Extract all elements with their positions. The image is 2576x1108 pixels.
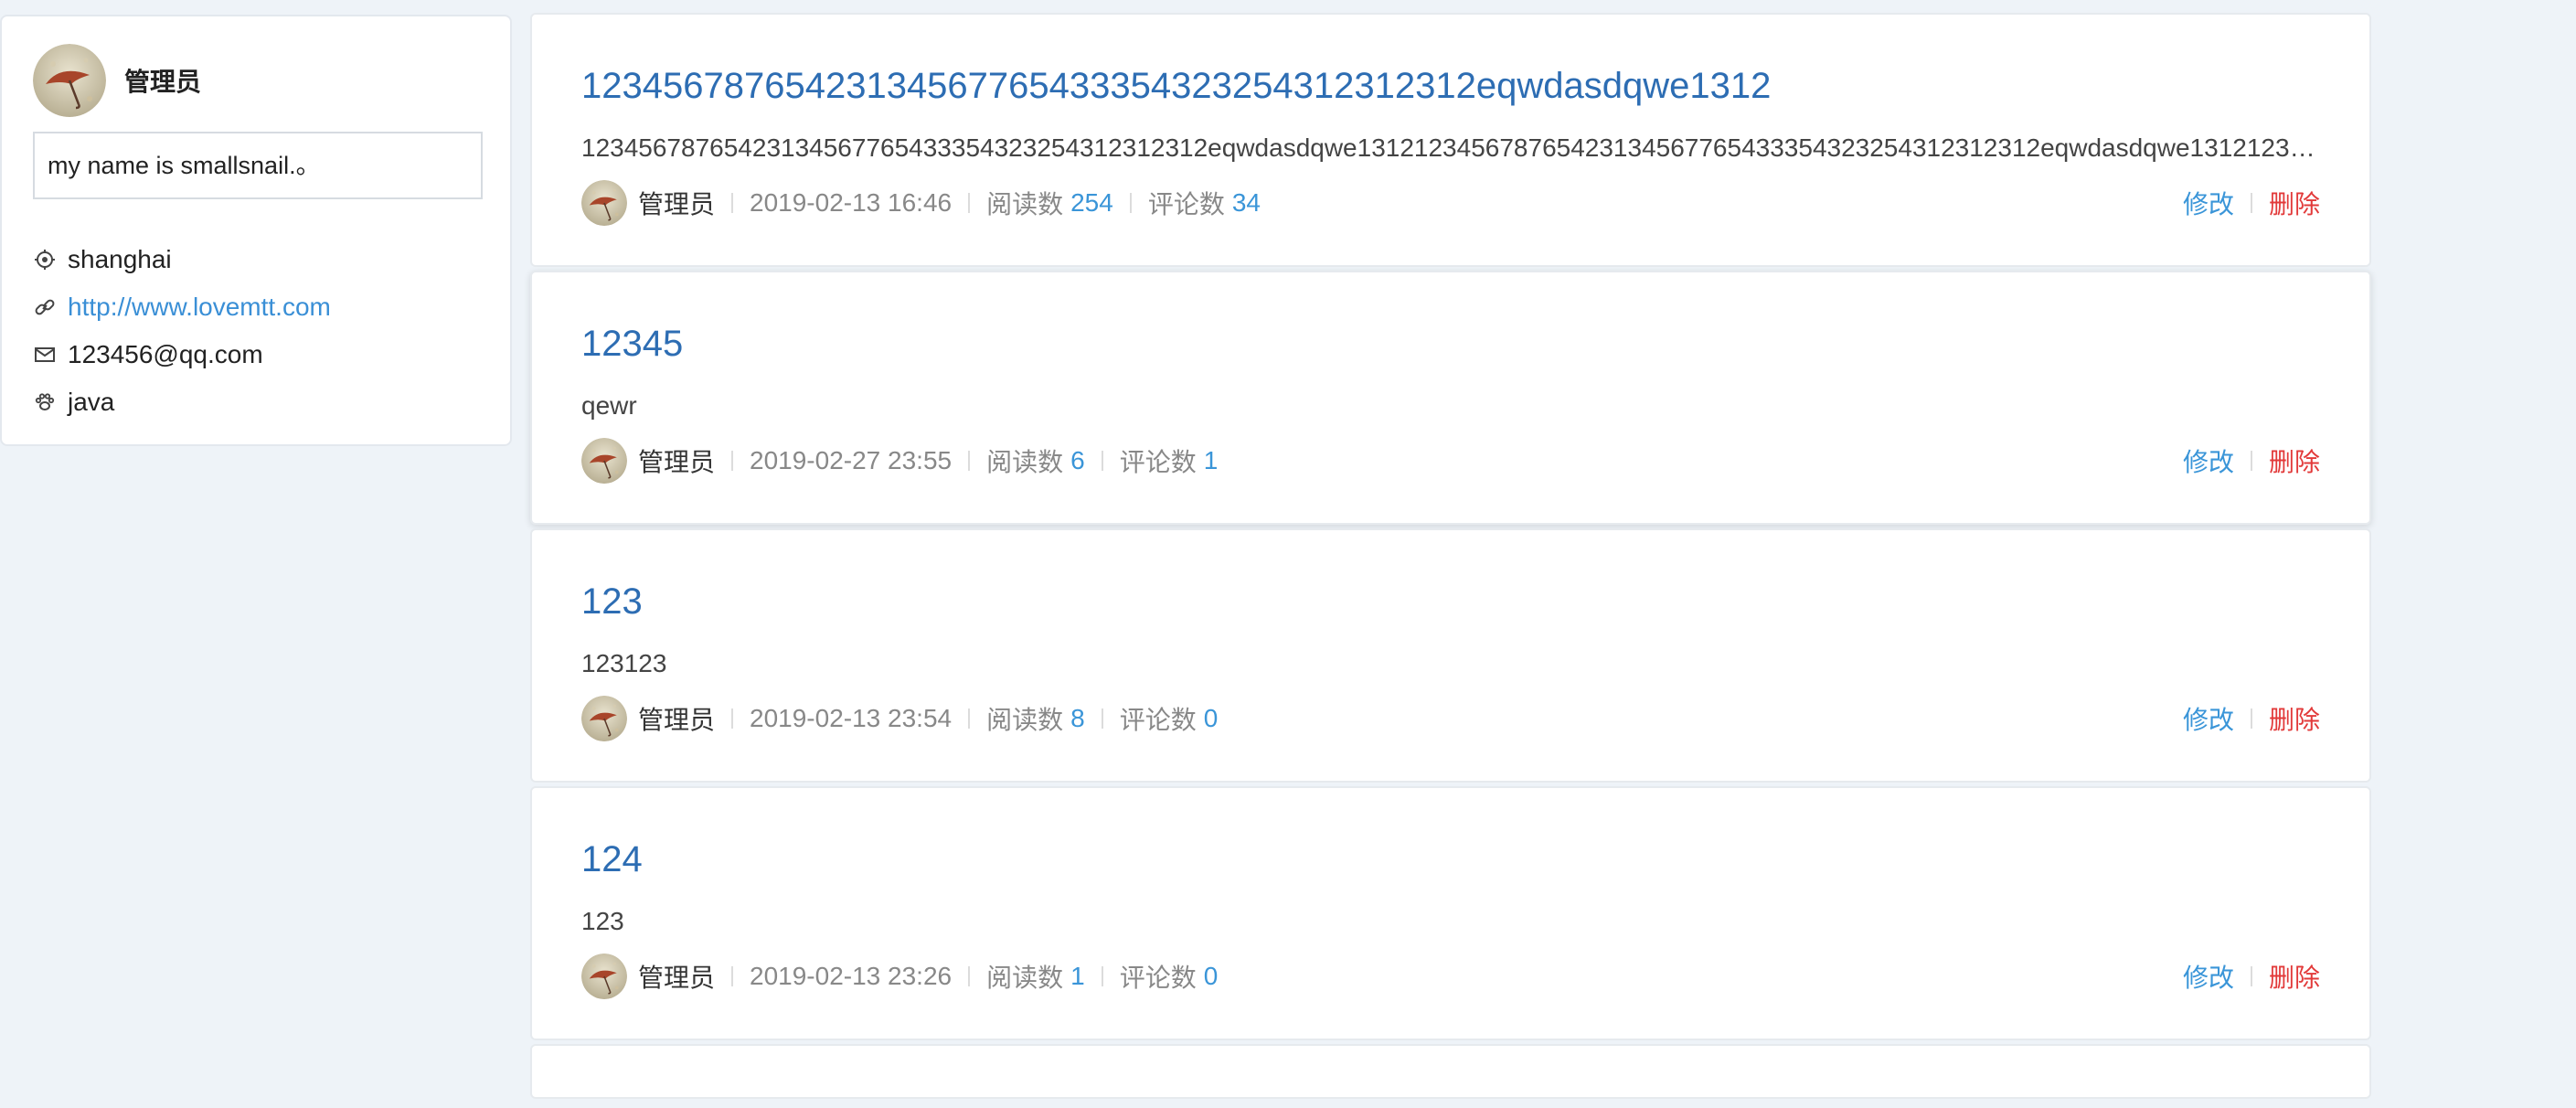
profile-header: 管理员 — [33, 44, 201, 117]
comments-label: 评论数 — [1119, 964, 1197, 992]
comments-count: 34 — [1231, 188, 1261, 217]
post-author: 管理员 — [638, 190, 716, 218]
post-actions: 修改 删除 — [2183, 437, 2320, 485]
divider — [968, 451, 971, 471]
post-actions: 修改 删除 — [2183, 179, 2320, 227]
views-count: 254 — [1070, 188, 1113, 217]
info-tag: java — [33, 378, 331, 426]
info-location: shanghai — [33, 236, 331, 283]
comments-count: 0 — [1203, 962, 1219, 990]
divider — [2250, 966, 2252, 986]
views-label: 阅读数 — [986, 964, 1064, 992]
author-avatar — [581, 180, 627, 226]
divider — [1101, 451, 1103, 471]
comments-label: 评论数 — [1119, 448, 1197, 476]
post-title-link[interactable]: 124 — [581, 839, 643, 880]
website-link[interactable]: http://www.lovemtt.com — [68, 293, 331, 322]
delete-button[interactable]: 删除 — [2269, 442, 2320, 479]
edit-button[interactable]: 修改 — [2183, 700, 2234, 737]
divider — [731, 708, 734, 729]
post-card: 12345 qewr 管理员 2019-02-27 23:55 阅读数 6 评论… — [530, 271, 2371, 525]
post-date: 2019-02-27 23:55 — [750, 446, 953, 474]
mail-icon — [33, 343, 57, 367]
post-title-link[interactable]: 12345 — [581, 324, 683, 365]
profile-info-list: shanghai http://www.lovemtt.com 123456@q… — [33, 236, 331, 426]
post-card: 123 123123 管理员 2019-02-13 23:54 阅读数 8 评论… — [530, 528, 2371, 783]
post-meta: 管理员 2019-02-27 23:55 阅读数 6 评论数 1 — [581, 437, 1218, 485]
divider — [731, 193, 734, 213]
divider — [2250, 708, 2252, 729]
page: 管理员 my name is smallsnail.。 shanghai htt… — [0, 0, 2576, 1108]
author-avatar — [581, 438, 627, 484]
divider — [968, 193, 971, 213]
comments-label: 评论数 — [1147, 190, 1225, 218]
post-summary: 1234567876542313456776543335432325431231… — [581, 133, 2327, 162]
divider — [1101, 708, 1103, 729]
author-avatar — [581, 954, 627, 999]
avatar[interactable] — [33, 44, 106, 117]
post-list: 1234567876542313456776543335432325431231… — [530, 13, 2371, 1103]
post-meta: 管理员 2019-02-13 23:26 阅读数 1 评论数 0 — [581, 953, 1218, 1000]
comments-count: 1 — [1203, 446, 1219, 474]
info-website: http://www.lovemtt.com — [33, 283, 331, 331]
divider — [2250, 451, 2252, 471]
divider — [731, 451, 734, 471]
post-actions: 修改 删除 — [2183, 695, 2320, 742]
post-summary: qewr — [581, 391, 637, 420]
post-author: 管理员 — [638, 964, 716, 992]
profile-card: 管理员 my name is smallsnail.。 shanghai htt… — [0, 15, 512, 446]
edit-button[interactable]: 修改 — [2183, 185, 2234, 221]
views-count: 1 — [1070, 962, 1085, 990]
post-date: 2019-02-13 16:46 — [750, 188, 953, 217]
edit-button[interactable]: 修改 — [2183, 958, 2234, 995]
delete-button[interactable]: 删除 — [2269, 185, 2320, 221]
location-icon — [33, 248, 57, 272]
views-label: 阅读数 — [986, 448, 1064, 476]
post-card: 1234567876542313456776543335432325431231… — [530, 13, 2371, 267]
tag-text: java — [68, 388, 115, 416]
post-meta: 管理员 2019-02-13 23:54 阅读数 8 评论数 0 — [581, 695, 1218, 742]
views-count: 6 — [1070, 446, 1085, 474]
post-actions: 修改 删除 — [2183, 953, 2320, 1000]
views-label: 阅读数 — [986, 706, 1064, 734]
post-author: 管理员 — [638, 706, 716, 734]
comments-label: 评论数 — [1119, 706, 1197, 734]
divider — [1129, 193, 1132, 213]
post-summary: 123 — [581, 907, 624, 935]
divider — [968, 708, 971, 729]
paw-icon — [33, 390, 57, 414]
post-meta: 管理员 2019-02-13 16:46 阅读数 254 评论数 34 — [581, 179, 1261, 227]
post-card — [530, 1044, 2371, 1099]
edit-button[interactable]: 修改 — [2183, 442, 2234, 479]
email-text: 123456@qq.com — [68, 340, 263, 368]
comments-count: 0 — [1203, 704, 1219, 732]
divider — [2250, 193, 2252, 213]
post-date: 2019-02-13 23:26 — [750, 962, 953, 990]
post-card: 124 123 管理员 2019-02-13 23:26 阅读数 1 评论数 0… — [530, 786, 2371, 1040]
post-title-link[interactable]: 123 — [581, 581, 643, 623]
views-label: 阅读数 — [986, 190, 1064, 218]
author-avatar — [581, 696, 627, 741]
divider — [731, 966, 734, 986]
profile-name: 管理员 — [124, 68, 202, 96]
delete-button[interactable]: 删除 — [2269, 958, 2320, 995]
post-author: 管理员 — [638, 448, 716, 476]
location-text: shanghai — [68, 245, 172, 273]
divider — [1101, 966, 1103, 986]
divider — [968, 966, 971, 986]
bio-field[interactable]: my name is smallsnail.。 — [33, 132, 483, 199]
post-summary: 123123 — [581, 649, 667, 677]
link-icon — [33, 295, 57, 319]
info-email: 123456@qq.com — [33, 331, 331, 378]
post-date: 2019-02-13 23:54 — [750, 704, 953, 732]
delete-button[interactable]: 删除 — [2269, 700, 2320, 737]
views-count: 8 — [1070, 704, 1085, 732]
post-title-link[interactable]: 1234567876542313456776543335432325431231… — [581, 66, 1771, 107]
